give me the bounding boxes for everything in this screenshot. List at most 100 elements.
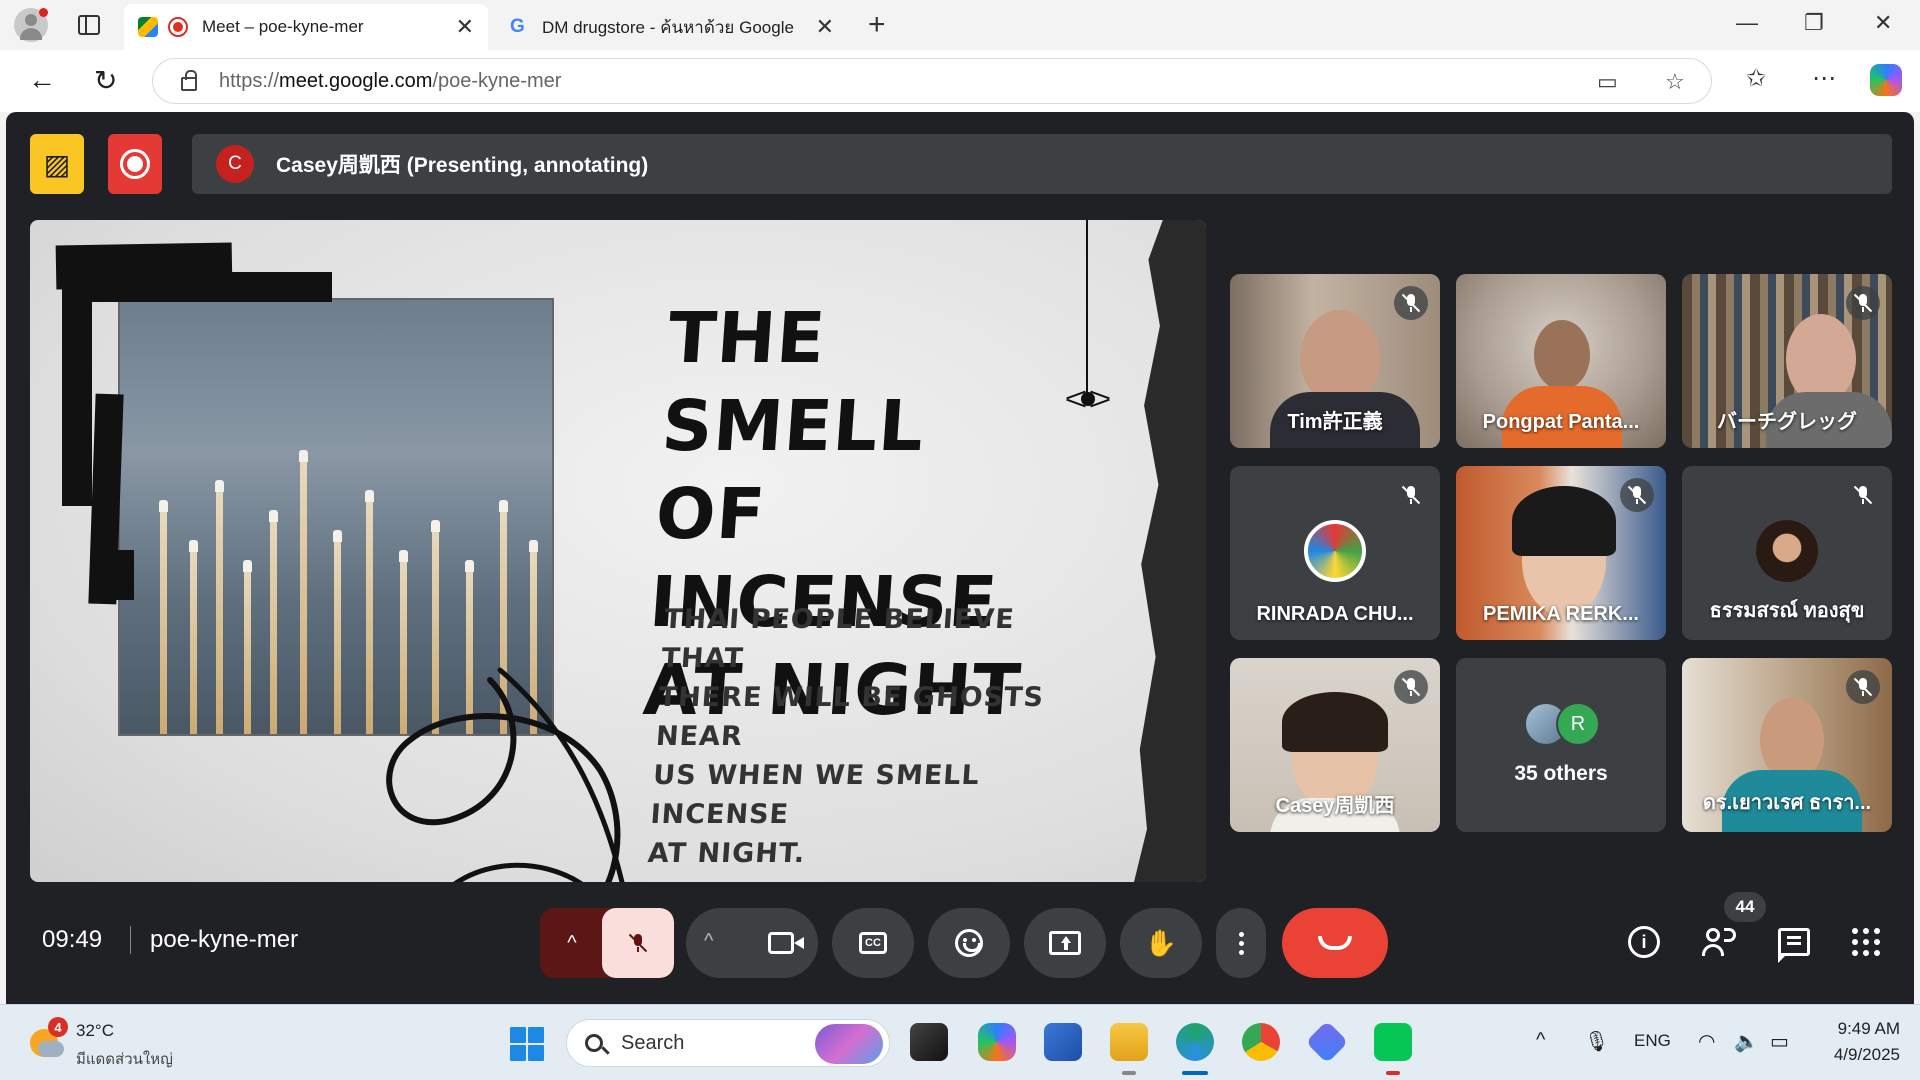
- participant-tile[interactable]: Casey周凱西: [1230, 658, 1440, 832]
- presenter-bar: C Casey周凱西 (Presenting, annotating): [192, 134, 1892, 194]
- recording-icon[interactable]: [108, 134, 162, 194]
- address-bar-row: ← ↻ https://meet.google.com/poe-kyne-mer…: [0, 50, 1920, 112]
- participant-tile[interactable]: Tim許正義: [1230, 274, 1440, 448]
- participant-avatar: [1756, 520, 1818, 582]
- minimize-button[interactable]: —: [1736, 10, 1758, 36]
- participant-name: Pongpat Panta...: [1482, 411, 1640, 433]
- emoji-icon: [955, 929, 983, 957]
- audio-options-chevron-icon[interactable]: ^: [540, 908, 604, 978]
- camera-permission-icon[interactable]: ▭: [1597, 69, 1618, 95]
- close-window-button[interactable]: ✕: [1874, 10, 1892, 36]
- microphone-controls: ^: [540, 908, 674, 978]
- participant-tile[interactable]: PEMIKA RERK...: [1456, 466, 1666, 640]
- url-text[interactable]: https://meet.google.com/poe-kyne-mer: [219, 70, 561, 93]
- system-time[interactable]: 9:49 AM: [1816, 1019, 1900, 1039]
- participant-avatar: [1304, 520, 1366, 582]
- leave-call-button[interactable]: [1282, 908, 1388, 978]
- chat-icon[interactable]: [1778, 928, 1810, 963]
- muted-mic-icon: [1846, 670, 1880, 704]
- search-icon: [585, 1034, 603, 1052]
- show-hidden-icons[interactable]: ^: [1536, 1029, 1545, 1052]
- wifi-icon[interactable]: ◠: [1698, 1029, 1715, 1054]
- participant-tile[interactable]: RINRADA CHU...: [1230, 466, 1440, 640]
- participant-tile[interactable]: ธรรมสรณ์ ทองสุข: [1682, 466, 1892, 640]
- task-view-icon[interactable]: [910, 1023, 948, 1061]
- more-options-button[interactable]: [1216, 908, 1266, 978]
- meeting-info-icon[interactable]: i: [1628, 926, 1660, 958]
- weather-icon[interactable]: 4: [28, 1017, 68, 1059]
- background-blur-off-icon[interactable]: ▨: [30, 134, 84, 194]
- system-date[interactable]: 4/9/2025: [1816, 1045, 1900, 1065]
- present-screen-button[interactable]: [1024, 908, 1106, 978]
- taskbar: 4 32°C มีแดดส่วนใหญ่ Search ^ 🎙 ENG ◠ 🔈 …: [0, 1004, 1920, 1080]
- copilot-365-icon[interactable]: [1305, 1020, 1349, 1064]
- others-count-label: 35 others: [1514, 762, 1608, 785]
- search-highlight-image: [815, 1024, 883, 1064]
- reload-button[interactable]: ↻: [94, 64, 117, 97]
- favorites-icon[interactable]: ✩: [1746, 64, 1766, 93]
- lock-icon[interactable]: [181, 70, 197, 91]
- recording-indicator-icon: [168, 17, 188, 37]
- tab-title: Meet – poe-kyne-mer: [202, 17, 364, 36]
- presentation-slide: THE SMELL OF INCENSE AT NIGHT THAI PEOPL…: [30, 220, 1206, 882]
- participant-tile[interactable]: ดร.เยาวเรศ ธารา...: [1682, 658, 1892, 832]
- workspaces-icon[interactable]: [78, 15, 100, 35]
- slide-body-text: THAI PEOPLE BELIEVE THAT THERE WILL BE G…: [646, 604, 1045, 869]
- weather-description[interactable]: มีแดดส่วนใหญ่: [76, 1047, 173, 1071]
- close-tab-icon[interactable]: ✕: [816, 14, 834, 40]
- captions-button[interactable]: CC: [832, 908, 914, 978]
- new-tab-button[interactable]: +: [868, 8, 886, 42]
- close-tab-icon[interactable]: ✕: [456, 14, 474, 40]
- torn-paper-edge: [1134, 220, 1206, 882]
- tab-google-search[interactable]: G DM drugstore - ค้นหาด้วย Google ✕: [496, 4, 848, 50]
- profile-avatar-icon[interactable]: [14, 8, 48, 42]
- meeting-code: poe-kyne-mer: [150, 926, 299, 953]
- unmute-microphone-button[interactable]: [602, 908, 674, 978]
- chrome-browser-icon[interactable]: [1242, 1023, 1280, 1061]
- others-tile[interactable]: R 35 others: [1456, 658, 1666, 832]
- input-language[interactable]: ENG: [1634, 1031, 1671, 1051]
- battery-icon[interactable]: ▭: [1770, 1029, 1789, 1054]
- participant-tile[interactable]: Pongpat Panta...: [1456, 274, 1666, 448]
- others-avatars: R: [1524, 702, 1604, 746]
- file-explorer-icon[interactable]: [1110, 1023, 1148, 1061]
- camera-controls[interactable]: ^: [686, 908, 818, 978]
- present-icon: [1049, 931, 1081, 955]
- muted-mic-icon: [1846, 286, 1880, 320]
- more-menu-icon[interactable]: ⋯: [1812, 64, 1836, 93]
- hang-up-icon: [1318, 936, 1352, 950]
- restore-button[interactable]: ❐: [1804, 10, 1824, 36]
- more-vert-icon: [1238, 931, 1244, 955]
- copilot-icon[interactable]: [1870, 64, 1902, 96]
- line-app-icon[interactable]: [1374, 1023, 1412, 1061]
- start-button[interactable]: [510, 1027, 544, 1061]
- muted-mic-icon: [1846, 478, 1880, 512]
- favorite-star-icon[interactable]: ☆: [1665, 69, 1685, 95]
- edge-browser-icon[interactable]: [1176, 1023, 1214, 1061]
- weather-temperature[interactable]: 32°C: [76, 1021, 114, 1041]
- copilot-app-icon[interactable]: [978, 1023, 1016, 1061]
- back-button[interactable]: ←: [28, 64, 56, 96]
- participant-tile[interactable]: バーチグレッグ: [1682, 274, 1892, 448]
- microsoft-store-icon[interactable]: [1044, 1023, 1082, 1061]
- google-icon: G: [510, 16, 525, 37]
- meet-window: ▨ C Casey周凱西 (Presenting, annotating) TH…: [6, 112, 1914, 1004]
- volume-icon[interactable]: 🔈: [1734, 1029, 1759, 1054]
- muted-mic-icon: [1394, 286, 1428, 320]
- participant-name: RINRADA CHU...: [1256, 603, 1414, 625]
- raise-hand-button[interactable]: ✋: [1120, 908, 1202, 978]
- meeting-clock: 09:49: [42, 926, 103, 953]
- people-count-badge: 44: [1724, 892, 1766, 922]
- people-icon[interactable]: [1702, 926, 1740, 958]
- taskbar-search[interactable]: Search: [566, 1019, 890, 1067]
- microphone-tray-icon[interactable]: 🎙: [1584, 1029, 1609, 1054]
- participant-name: PEMIKA RERK...: [1483, 603, 1639, 625]
- participant-name: Tim許正義: [1287, 411, 1383, 433]
- tab-meet[interactable]: Meet – poe-kyne-mer ✕: [124, 4, 488, 50]
- muted-mic-icon: [1394, 478, 1428, 512]
- reactions-button[interactable]: [928, 908, 1010, 978]
- video-options-chevron-icon[interactable]: ^: [704, 930, 713, 953]
- address-bar[interactable]: https://meet.google.com/poe-kyne-mer ▭ ☆: [152, 58, 1712, 104]
- activities-icon[interactable]: [1852, 928, 1880, 956]
- annotation-scribble: [386, 667, 625, 882]
